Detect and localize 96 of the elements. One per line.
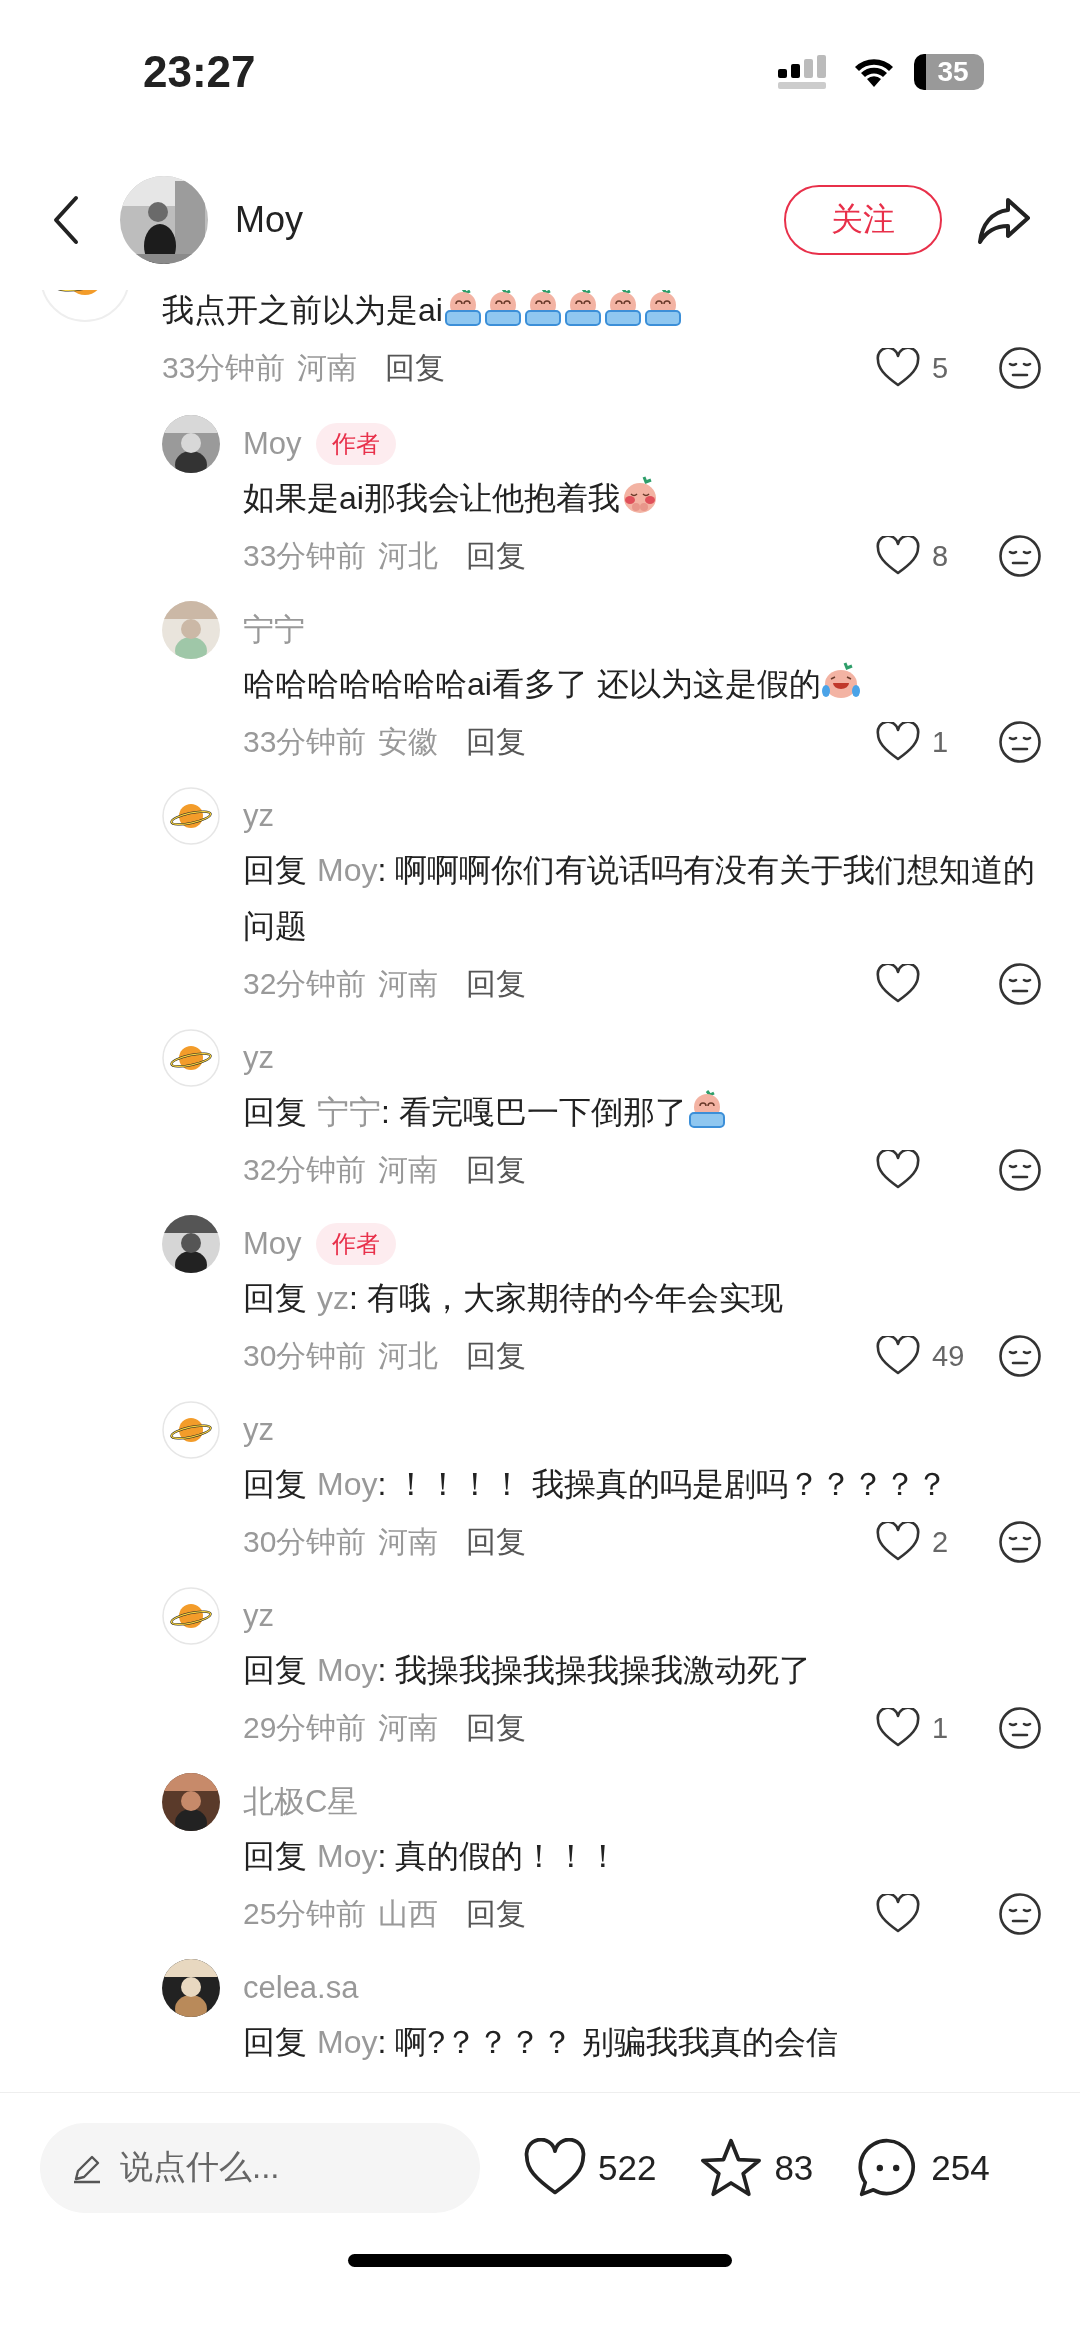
comment-input[interactable]: 说点什么... [40, 2122, 480, 2213]
reply-link[interactable]: 回复 [466, 721, 527, 763]
neutral-face-icon[interactable] [998, 1148, 1042, 1192]
neutral-face-icon[interactable] [998, 1334, 1042, 1378]
crying-emoji-icon [686, 1089, 727, 1129]
crying-emoji-icon [562, 290, 603, 327]
planet-icon [162, 1401, 220, 1459]
comment-time: 25分钟前 [243, 1895, 367, 1932]
comment-text: 回复 宁宁: 看完嘎巴一下倒那了 [243, 1094, 687, 1130]
author-badge: 作者 [315, 423, 396, 465]
star-icon[interactable] [700, 2137, 763, 2198]
comment-text: 回复 yz: 有哦，大家期待的今年会实现 [243, 1280, 783, 1316]
comment-location: 河南 [378, 1709, 439, 1746]
comment-text: 回复 Moy: 我操我操我操我操我激动死了 [243, 1652, 812, 1688]
like-count: 1 [932, 725, 949, 759]
reply-link[interactable]: 回复 [466, 1707, 527, 1749]
heart-icon[interactable] [876, 964, 920, 1004]
comment-location: 河南 [297, 349, 358, 386]
neutral-face-icon[interactable] [998, 1706, 1042, 1750]
comment-time: 29分钟前 [243, 1709, 367, 1746]
heart-icon[interactable] [876, 722, 920, 762]
laughing-emoji-icon [820, 661, 861, 701]
neutral-face-icon[interactable] [998, 346, 1042, 390]
neutral-face-icon[interactable] [998, 1520, 1042, 1564]
author-badge: 作者 [315, 1223, 396, 1265]
heart-icon[interactable] [876, 1336, 920, 1376]
neutral-face-icon[interactable] [998, 1892, 1042, 1936]
comment-location: 河南 [378, 1523, 439, 1560]
comment-location: 河北 [378, 1337, 439, 1374]
crying-emoji-icon [642, 290, 683, 327]
like-count: 1 [932, 1711, 949, 1745]
heart-icon[interactable] [876, 1894, 920, 1934]
comment-location: 河南 [378, 965, 439, 1002]
comment-count: 254 [931, 2147, 990, 2188]
planet-icon [162, 787, 220, 845]
username[interactable]: Moy [235, 199, 303, 241]
reply-link[interactable]: 回复 [466, 1335, 527, 1377]
back-icon[interactable] [52, 195, 80, 245]
heart-icon[interactable] [876, 1522, 920, 1562]
like-count: 2 [932, 1525, 949, 1559]
comment-time: 32分钟前 [243, 1151, 367, 1188]
like-count: 522 [598, 2147, 657, 2188]
comment-text: 回复 Moy: ！！！！ 我操真的吗是剧吗？？？？？ [243, 1466, 949, 1502]
reply-link[interactable]: 回复 [466, 1893, 527, 1935]
commenter-name[interactable]: yz [243, 1412, 274, 1448]
status-time: 23:27 [143, 46, 256, 98]
reply-link[interactable]: 回复 [466, 1149, 527, 1191]
planet-icon [162, 1587, 220, 1645]
comment-time: 32分钟前 [243, 965, 367, 1002]
reply-link[interactable]: 回复 [466, 963, 527, 1005]
comment-time: 30分钟前 [243, 1337, 367, 1374]
battery-icon: 35 [914, 54, 984, 90]
commenter-name[interactable]: Moy [243, 1226, 302, 1262]
comment-location: 山西 [378, 1895, 439, 1932]
neutral-face-icon[interactable] [998, 962, 1042, 1006]
heart-icon[interactable] [876, 1150, 920, 1190]
comment-text: 回复 Moy: 啊?？？？？ 别骗我我真的会信 [243, 2024, 838, 2060]
input-placeholder: 说点什么... [120, 2147, 280, 2187]
share-icon[interactable] [976, 196, 1032, 244]
comment-text: 回复 Moy: 真的假的！！！ [243, 1838, 620, 1874]
heart-icon[interactable] [876, 1708, 920, 1748]
comment-text: 哈哈哈哈哈哈哈ai看多了 还以为这是假的 [243, 666, 821, 702]
comment-text: 我点开之前以为是ai [162, 292, 443, 328]
comment-location: 河南 [378, 1151, 439, 1188]
planet-icon [162, 1029, 220, 1087]
reply-link[interactable]: 回复 [466, 1521, 527, 1563]
reply-link[interactable]: 回复 [385, 347, 446, 389]
crying-emoji-icon [522, 290, 563, 327]
neutral-face-icon[interactable] [998, 720, 1042, 764]
commenter-name[interactable]: 北极C星 [243, 1781, 359, 1823]
heart-icon[interactable] [876, 536, 920, 576]
comment-text: 如果是ai那我会让他抱着我 [243, 480, 620, 516]
commenter-name[interactable]: yz [243, 1040, 274, 1076]
like-count: 8 [932, 539, 949, 573]
commenter-name[interactable]: celea.sa [243, 1970, 359, 2006]
commenter-name[interactable]: Moy [243, 426, 302, 462]
follow-button[interactable]: 关注 [784, 185, 942, 255]
star-count: 83 [774, 2147, 814, 2188]
commenter-name[interactable]: 宁宁 [243, 609, 305, 651]
comment-location: 安徽 [378, 723, 439, 760]
crying-emoji-icon [442, 290, 483, 327]
comment-time: 33分钟前 [243, 723, 367, 760]
comment-location: 河北 [378, 537, 439, 574]
commenter-name[interactable]: yz [243, 1598, 274, 1634]
crying-emoji-icon [482, 290, 523, 327]
like-count: 49 [932, 1339, 965, 1373]
comment-time: 30分钟前 [243, 1523, 367, 1560]
comment-time: 33分钟前 [243, 537, 367, 574]
reply-link[interactable]: 回复 [466, 535, 527, 577]
like-count: 5 [932, 351, 949, 385]
crying-emoji-icon [602, 290, 643, 327]
comment-text: 回复 Moy: 啊啊啊你们有说话吗有没有关于我们想知道的问题 [243, 852, 1036, 944]
neutral-face-icon[interactable] [998, 534, 1042, 578]
commenter-name[interactable]: yz [243, 798, 274, 834]
comment-time: 33分钟前 [162, 349, 286, 386]
heart-icon[interactable] [876, 348, 920, 388]
